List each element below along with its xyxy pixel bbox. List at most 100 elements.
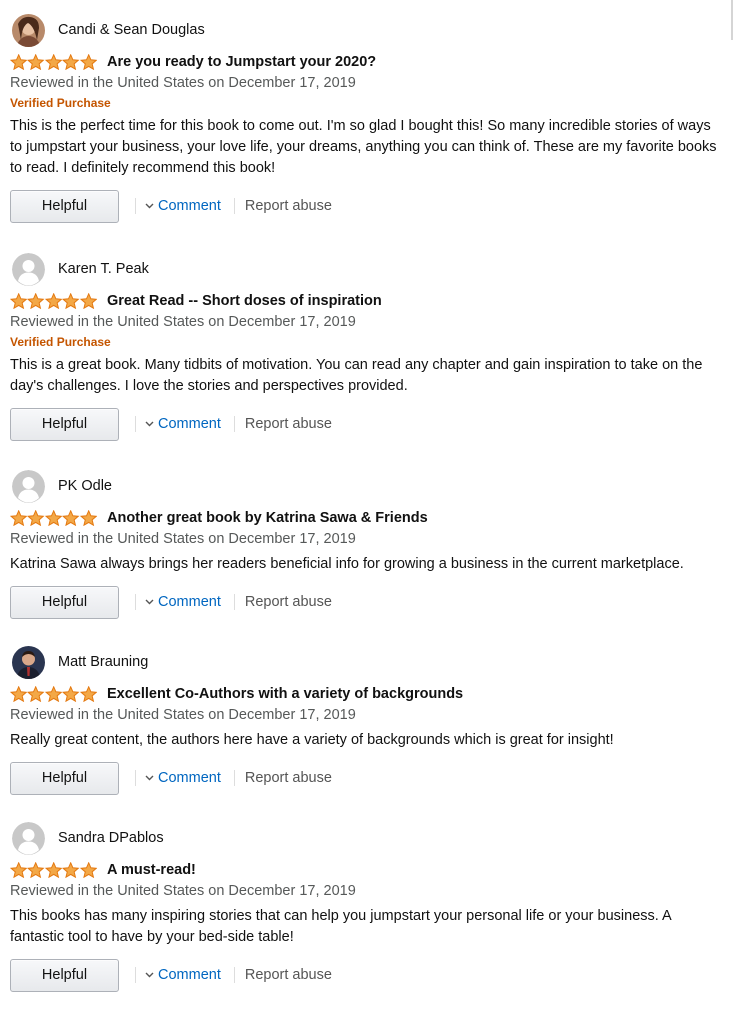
- review-actions: Helpful Comment Report abuse: [10, 189, 725, 223]
- reviewer-photo-avatar-icon: [12, 13, 45, 47]
- review-title[interactable]: Are you ready to Jumpstart your 2020?: [107, 54, 376, 70]
- helpful-button[interactable]: Helpful: [10, 761, 119, 795]
- star-icon: [27, 510, 45, 526]
- star-rating: [10, 510, 97, 526]
- star-icon: [44, 510, 63, 526]
- star-icon: [10, 510, 28, 526]
- reviewer-name[interactable]: Sandra DPablos: [58, 830, 164, 846]
- report-abuse-link[interactable]: Report abuse: [245, 416, 332, 432]
- comment-label: Comment: [158, 416, 221, 432]
- star-icon: [44, 293, 63, 309]
- divider: [135, 967, 136, 983]
- reviewer-profile[interactable]: Sandra DPablos: [12, 821, 725, 855]
- review-actions: Helpful Comment Report abuse: [10, 407, 725, 441]
- divider: [233, 198, 235, 214]
- divider: [135, 416, 136, 432]
- report-abuse-link[interactable]: Report abuse: [245, 198, 332, 214]
- review-card: Sandra DPablos A must-read! Reviewed in …: [10, 821, 725, 992]
- report-abuse-link[interactable]: Report abuse: [245, 967, 332, 983]
- star-icon: [44, 862, 63, 878]
- reviewer-name[interactable]: Karen T. Peak: [58, 261, 149, 277]
- review-title[interactable]: A must-read!: [107, 862, 196, 878]
- reviewer-name[interactable]: PK Odle: [58, 478, 112, 494]
- divider: [135, 770, 136, 786]
- star-icon: [27, 54, 45, 70]
- star-icon: [79, 510, 97, 526]
- star-icon: [62, 686, 80, 702]
- star-icon: [10, 862, 28, 878]
- star-icon: [27, 862, 45, 878]
- review-actions: Helpful Comment Report abuse: [10, 761, 725, 795]
- default-avatar-icon: [12, 252, 45, 286]
- default-avatar-icon: [12, 469, 45, 503]
- review-title[interactable]: Another great book by Katrina Sawa & Fri…: [107, 510, 428, 526]
- reviewer-profile[interactable]: Candi & Sean Douglas: [12, 13, 725, 47]
- comment-label: Comment: [158, 594, 221, 610]
- reviewer-profile[interactable]: Karen T. Peak: [12, 252, 725, 286]
- chevron-down-icon: [145, 203, 154, 209]
- chevron-down-icon: [145, 775, 154, 781]
- helpful-button[interactable]: Helpful: [10, 407, 119, 441]
- comment-label: Comment: [158, 967, 221, 983]
- star-icon: [79, 54, 97, 70]
- review-title[interactable]: Excellent Co-Authors with a variety of b…: [107, 686, 463, 702]
- star-icon: [62, 862, 80, 878]
- review-date: Reviewed in the United States on Decembe…: [10, 75, 356, 91]
- review-date: Reviewed in the United States on Decembe…: [10, 883, 356, 899]
- verified-purchase-badge: Verified Purchase: [10, 335, 111, 349]
- review-card: Karen T. Peak Great Read -- Short doses …: [10, 252, 725, 441]
- reviewer-profile[interactable]: PK Odle: [12, 469, 725, 503]
- comment-link[interactable]: Comment: [145, 770, 221, 786]
- comment-label: Comment: [158, 770, 221, 786]
- star-icon: [10, 293, 28, 309]
- star-icon: [27, 293, 45, 309]
- review-body: This is a great book. Many tidbits of mo…: [10, 357, 703, 394]
- star-icon: [79, 293, 97, 309]
- star-icon: [44, 54, 63, 70]
- review-body: This is the perfect time for this book t…: [10, 118, 717, 176]
- divider: [233, 967, 235, 983]
- review-date: Reviewed in the United States on Decembe…: [10, 314, 356, 330]
- comment-link[interactable]: Comment: [145, 198, 221, 214]
- review-actions: Helpful Comment Report abuse: [10, 958, 725, 992]
- star-icon: [79, 686, 97, 702]
- comment-link[interactable]: Comment: [145, 594, 221, 610]
- divider: [233, 770, 235, 786]
- report-abuse-link[interactable]: Report abuse: [245, 770, 332, 786]
- review-card: Matt Brauning Excellent Co-Authors with …: [10, 645, 725, 795]
- star-icon: [27, 686, 45, 702]
- report-abuse-link[interactable]: Report abuse: [245, 594, 332, 610]
- reviewer-name[interactable]: Candi & Sean Douglas: [58, 22, 205, 38]
- review-date: Reviewed in the United States on Decembe…: [10, 531, 356, 547]
- reviewer-profile[interactable]: Matt Brauning: [12, 645, 725, 679]
- review-card: PK Odle Another great book by Katrina Sa…: [10, 469, 725, 619]
- review-card: Candi & Sean Douglas Are you ready to Ju…: [10, 13, 725, 223]
- star-icon: [10, 686, 28, 702]
- chevron-down-icon: [145, 972, 154, 978]
- star-icon: [62, 54, 80, 70]
- comment-link[interactable]: Comment: [145, 967, 221, 983]
- review-body: Really great content, the authors here h…: [10, 732, 614, 748]
- star-icon: [62, 293, 80, 309]
- star-icon: [62, 510, 80, 526]
- divider: [135, 594, 136, 610]
- comment-link[interactable]: Comment: [145, 416, 221, 432]
- star-icon: [10, 54, 28, 70]
- divider: [233, 416, 235, 432]
- star-icon: [79, 862, 97, 878]
- star-icon: [44, 686, 63, 702]
- review-date: Reviewed in the United States on Decembe…: [10, 707, 356, 723]
- helpful-button[interactable]: Helpful: [10, 958, 119, 992]
- default-avatar-icon: [12, 821, 45, 855]
- helpful-button[interactable]: Helpful: [10, 585, 119, 619]
- review-actions: Helpful Comment Report abuse: [10, 585, 725, 619]
- reviewer-name[interactable]: Matt Brauning: [58, 654, 148, 670]
- star-rating: [10, 686, 97, 702]
- review-body: This books has many inspiring stories th…: [10, 908, 671, 945]
- comment-label: Comment: [158, 198, 221, 214]
- helpful-button[interactable]: Helpful: [10, 189, 119, 223]
- divider: [233, 594, 235, 610]
- divider: [135, 198, 136, 214]
- review-title[interactable]: Great Read -- Short doses of inspiration: [107, 293, 382, 309]
- star-rating: [10, 293, 97, 309]
